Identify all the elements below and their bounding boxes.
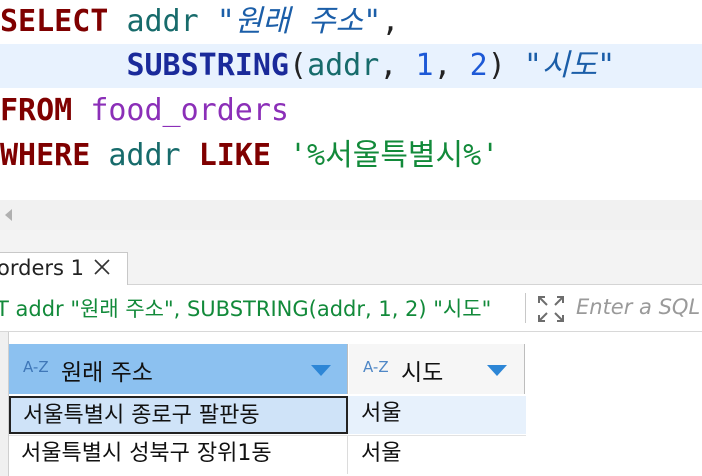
column-header-label: 원래 주소: [61, 360, 153, 386]
editor-horizontal-scrollbar[interactable]: [0, 200, 702, 230]
tab-label: orders 1: [0, 256, 84, 280]
editor-line-1: SELECT addr "원래 주소",: [0, 0, 399, 44]
table-cell[interactable]: 서울특별시 종로구 팔판동: [9, 396, 348, 434]
identifier-addr: addr: [126, 4, 199, 39]
paren-open: (: [289, 48, 308, 83]
editor-line-3: FROM food_orders: [0, 89, 289, 133]
number-literal: 2: [469, 48, 488, 83]
query-text: T addr "원래 주소", SUBSTRING(addr, 1, 2) "시…: [0, 297, 492, 321]
results-tabstrip: orders 1: [0, 248, 702, 285]
function-substring: SUBSTRING: [126, 48, 289, 83]
sql-filter-field[interactable]: [576, 285, 702, 329]
comma: ,: [381, 4, 400, 39]
table-name: food_orders: [90, 93, 289, 128]
table-row[interactable]: 서울특별시 성북구 장위1동 서울: [9, 436, 526, 474]
scroll-left-icon[interactable]: [5, 209, 12, 221]
alias-string: "원래 주소": [216, 4, 382, 39]
table-cell[interactable]: 서울특별시 성북구 장위1동: [9, 436, 348, 474]
results-grid: A-Z 원래 주소 A-Z 시도 서울특별시 종로구 팔판동 서울 서울특별시 …: [0, 332, 702, 476]
sort-down-icon[interactable]: [487, 365, 507, 376]
column-header-original-address[interactable]: A-Z 원래 주소: [9, 344, 348, 394]
alias-string: "시도": [523, 48, 616, 83]
sql-filter-input[interactable]: [576, 291, 702, 323]
keyword-like: LIKE: [198, 138, 271, 173]
text-type-icon: A-Z: [23, 358, 49, 376]
identifier-addr: addr: [307, 48, 380, 83]
close-icon[interactable]: [93, 256, 111, 278]
row-header-column: [0, 332, 9, 476]
string-literal: '%서울특별시%': [289, 138, 500, 173]
header-filler: [526, 344, 702, 394]
column-header-label: 시도: [401, 360, 444, 386]
keyword-where: WHERE: [0, 138, 91, 173]
table-cell[interactable]: 서울: [349, 436, 526, 474]
results-panel: orders 1 T addr "원래 주소", SUBSTRING(addr,…: [0, 230, 702, 476]
column-header-province[interactable]: A-Z 시도: [349, 344, 525, 394]
table-row[interactable]: 서울특별시 종로구 팔판동 서울: [9, 396, 526, 434]
paren-close: ): [487, 48, 506, 83]
expand-icon[interactable]: [537, 295, 565, 323]
table-cell[interactable]: 서울: [349, 396, 526, 434]
text-type-icon: A-Z: [363, 358, 389, 376]
tab-results-orders[interactable]: orders 1: [0, 252, 128, 285]
keyword-select: SELECT: [0, 4, 109, 39]
editor-line-2: SUBSTRING(addr, 1, 2) "시도": [0, 44, 702, 88]
editor-line-4: WHERE addr LIKE '%서울특별시%': [0, 134, 499, 178]
comma: ,: [433, 48, 452, 83]
identifier-addr: addr: [108, 138, 181, 173]
sql-editor[interactable]: SELECT addr "원래 주소", SUBSTRING(addr, 1, …: [0, 0, 702, 200]
divider: [525, 293, 526, 323]
number-literal: 1: [415, 48, 434, 83]
comma: ,: [379, 48, 398, 83]
sort-down-icon[interactable]: [311, 365, 331, 376]
filter-bar: T addr "원래 주소", SUBSTRING(addr, 1, 2) "시…: [0, 285, 702, 332]
keyword-from: FROM: [0, 93, 73, 128]
